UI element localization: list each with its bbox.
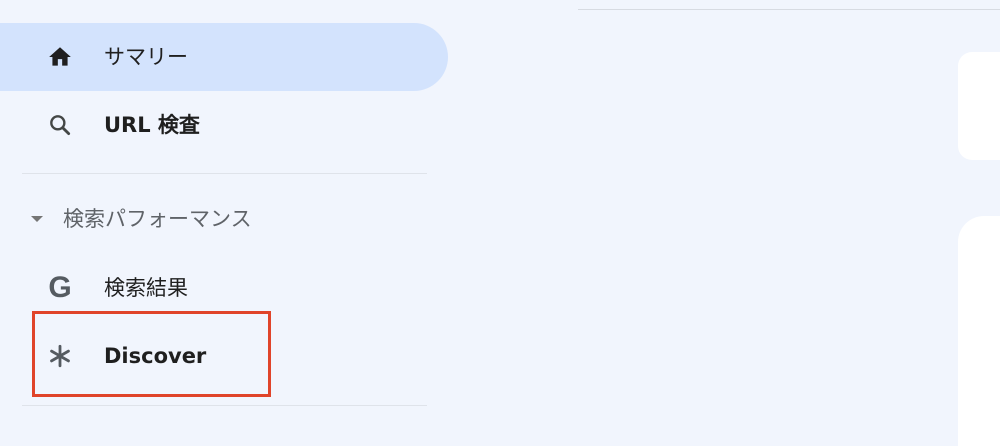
- google-g-icon: G: [46, 271, 74, 304]
- content-card: [958, 52, 1000, 160]
- home-icon: [46, 43, 74, 71]
- section-label: 検索パフォーマンス: [63, 207, 252, 231]
- content-card: [958, 216, 1000, 446]
- sidebar-divider: [22, 173, 427, 174]
- sidebar-item-label: サマリー: [104, 45, 188, 69]
- sidebar-item-url-inspection[interactable]: URL 検査: [0, 91, 448, 159]
- search-icon: [46, 111, 74, 139]
- header-divider: [578, 9, 1000, 10]
- sidebar-item-label: URL 検査: [104, 113, 200, 137]
- sidebar-item-label: 検索結果: [104, 276, 188, 300]
- caret-down-icon: [31, 216, 43, 222]
- sidebar-divider: [22, 405, 427, 406]
- sidebar-item-summary[interactable]: サマリー: [0, 23, 448, 91]
- sidebar: サマリー URL 検査 検索パフォーマンス G 検索結果 Discover: [0, 0, 470, 422]
- google-g-glyph: G: [48, 271, 72, 304]
- section-header-search-performance[interactable]: 検索パフォーマンス: [0, 192, 448, 246]
- highlight-annotation-box: [32, 311, 271, 397]
